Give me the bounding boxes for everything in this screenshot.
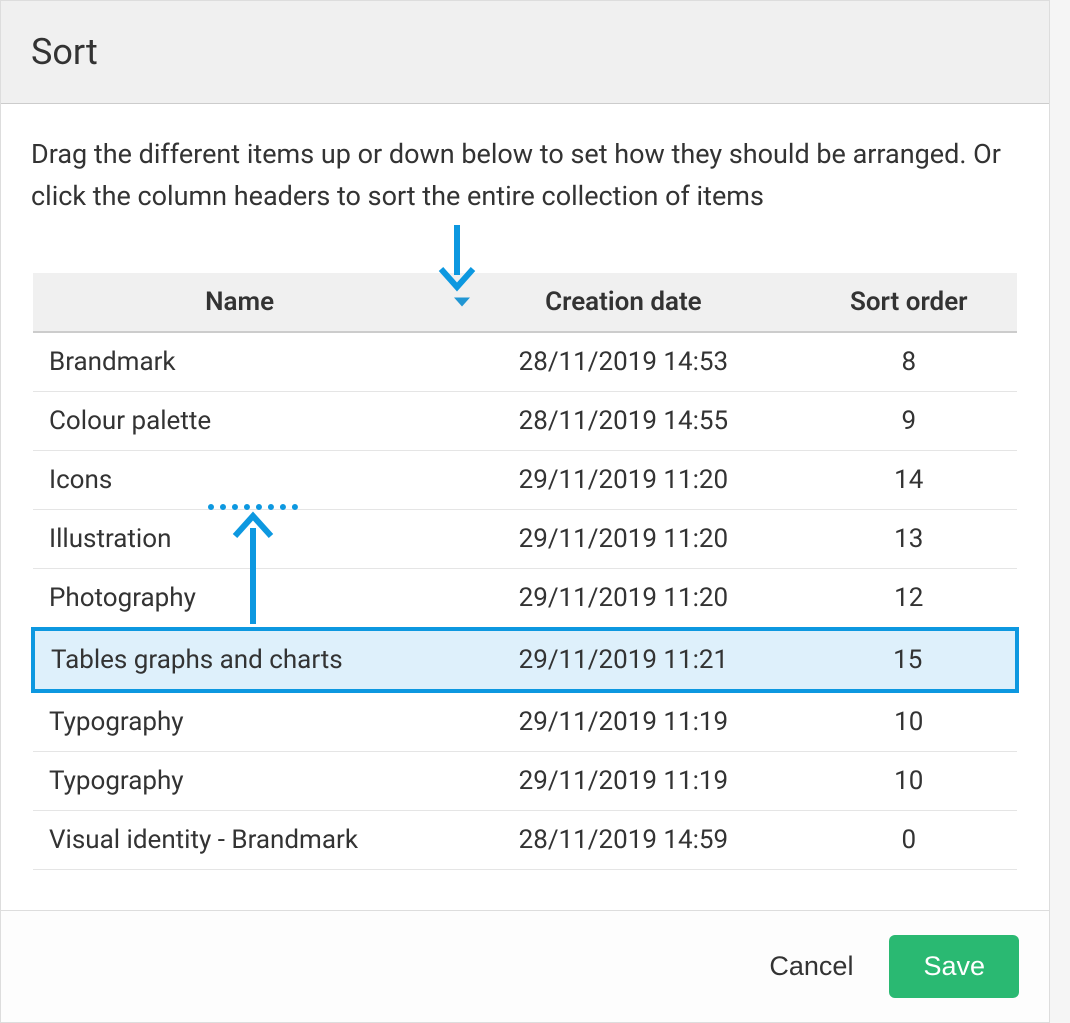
table-row[interactable]: Photography29/11/2019 11:2012 xyxy=(33,568,1017,629)
dialog-body: Drag the different items up or down belo… xyxy=(1,104,1049,910)
sort-table: Name Creation date Sort order Brandmark2… xyxy=(31,273,1019,870)
cell-name: Colour palette xyxy=(33,391,446,450)
cell-sort-order: 12 xyxy=(801,568,1018,629)
cell-creation-date: 29/11/2019 11:19 xyxy=(446,751,800,810)
column-header-creation-label: Creation date xyxy=(545,287,702,317)
table-row[interactable]: Brandmark28/11/2019 14:538 xyxy=(33,332,1017,392)
cell-name: Visual identity - Brandmark xyxy=(33,810,446,869)
cell-creation-date: 28/11/2019 14:53 xyxy=(446,332,800,392)
cell-creation-date: 29/11/2019 11:20 xyxy=(446,568,800,629)
cell-name: Illustration xyxy=(33,509,446,568)
table-header-row: Name Creation date Sort order xyxy=(33,273,1017,332)
cell-name: Brandmark xyxy=(33,332,446,392)
sort-dialog: Sort Drag the different items up or down… xyxy=(0,0,1050,1023)
table-row[interactable]: Icons29/11/2019 11:2014 xyxy=(33,450,1017,509)
column-header-creation-date[interactable]: Creation date xyxy=(446,273,800,332)
cell-name: Tables graphs and charts xyxy=(33,629,446,691)
sort-descending-icon xyxy=(454,297,470,306)
table-row[interactable]: Illustration29/11/2019 11:2013 xyxy=(33,509,1017,568)
cell-sort-order: 9 xyxy=(801,391,1018,450)
cell-name: Typography xyxy=(33,691,446,752)
table-row[interactable]: Typography29/11/2019 11:1910 xyxy=(33,751,1017,810)
table-row[interactable]: Typography29/11/2019 11:1910 xyxy=(33,691,1017,752)
column-header-name-label: Name xyxy=(205,287,274,317)
column-header-sort-order[interactable]: Sort order xyxy=(801,273,1018,332)
cell-creation-date: 28/11/2019 14:59 xyxy=(446,810,800,869)
cell-sort-order: 10 xyxy=(801,751,1018,810)
cell-name: Photography xyxy=(33,568,446,629)
table-body: Brandmark28/11/2019 14:538Colour palette… xyxy=(33,332,1017,870)
cell-name: Icons xyxy=(33,450,446,509)
table-row[interactable]: Colour palette28/11/2019 14:559 xyxy=(33,391,1017,450)
dialog-footer: Cancel Save xyxy=(1,910,1049,1022)
table-row[interactable]: Tables graphs and charts29/11/2019 11:21… xyxy=(33,629,1017,691)
column-header-name[interactable]: Name xyxy=(33,273,446,332)
column-header-sort-order-label: Sort order xyxy=(850,287,968,317)
table-row[interactable]: Visual identity - Brandmark28/11/2019 14… xyxy=(33,810,1017,869)
dialog-title: Sort xyxy=(31,31,1019,73)
dialog-header: Sort xyxy=(1,1,1049,104)
save-button[interactable]: Save xyxy=(889,935,1019,998)
cell-sort-order: 13 xyxy=(801,509,1018,568)
cell-creation-date: 29/11/2019 11:20 xyxy=(446,509,800,568)
cell-creation-date: 28/11/2019 14:55 xyxy=(446,391,800,450)
cell-sort-order: 10 xyxy=(801,691,1018,752)
cell-sort-order: 14 xyxy=(801,450,1018,509)
cell-sort-order: 15 xyxy=(801,629,1018,691)
cell-name: Typography xyxy=(33,751,446,810)
cell-sort-order: 0 xyxy=(801,810,1018,869)
cancel-button[interactable]: Cancel xyxy=(761,937,861,996)
cell-creation-date: 29/11/2019 11:20 xyxy=(446,450,800,509)
instructions-text: Drag the different items up or down belo… xyxy=(31,134,1019,218)
cell-creation-date: 29/11/2019 11:19 xyxy=(446,691,800,752)
cell-sort-order: 8 xyxy=(801,332,1018,392)
cell-creation-date: 29/11/2019 11:21 xyxy=(446,629,800,691)
